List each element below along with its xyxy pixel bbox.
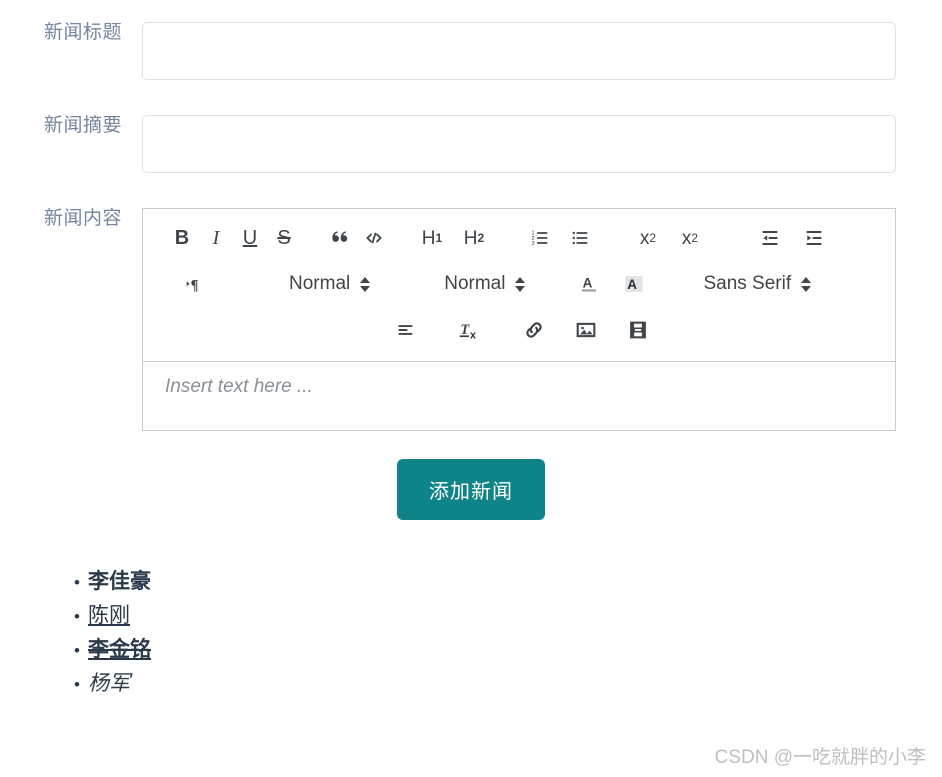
field-control-news-summary: [142, 115, 942, 173]
field-control-news-content: B I U S: [142, 208, 942, 431]
toolbar-row-2: ¶ Normal Normal: [143, 261, 895, 307]
toolbar-group-indent: [753, 223, 831, 253]
header-1-icon[interactable]: H1: [415, 223, 449, 253]
header-2-icon[interactable]: H2: [457, 223, 491, 253]
chevron-updown-icon: [801, 277, 811, 292]
italic-icon[interactable]: I: [199, 223, 233, 253]
superscript-icon[interactable]: x2: [673, 223, 707, 253]
editor-content-area[interactable]: Insert text here ...: [143, 362, 895, 430]
chevron-updown-icon: [360, 277, 370, 292]
header-2-sub: 2: [478, 232, 485, 244]
field-control-news-title: [142, 22, 942, 80]
form-row-news-title: 新闻标题: [0, 22, 942, 80]
superscript-letter: x: [682, 229, 692, 248]
subscript-icon[interactable]: x2: [631, 223, 665, 253]
text-color-icon[interactable]: A: [573, 269, 607, 299]
svg-text:A: A: [628, 277, 638, 292]
svg-text:x: x: [470, 329, 476, 341]
name-text: 杨军: [88, 667, 130, 697]
name-text: 李佳豪: [88, 565, 151, 595]
toolbar-row-3: T x: [143, 307, 895, 353]
bullet-icon: •: [66, 607, 88, 627]
header-2-letter: H: [464, 229, 478, 248]
link-icon[interactable]: [517, 315, 551, 345]
background-color-icon[interactable]: A: [617, 269, 651, 299]
submit-row: 添加新闻: [0, 459, 942, 520]
text-direction-icon[interactable]: ¶: [177, 269, 211, 299]
list-item: • 李金铭: [66, 633, 942, 667]
toolbar-group-block: [323, 223, 391, 253]
label-news-summary: 新闻摘要: [0, 115, 122, 138]
list-item: • 陈刚: [66, 599, 942, 633]
editor-toolbar: B I U S: [143, 209, 895, 362]
toolbar-group-inline: B I U S: [165, 223, 301, 253]
toolbar-row-1: B I U S: [143, 215, 895, 261]
blockquote-icon[interactable]: [323, 223, 357, 253]
clear-format-icon[interactable]: T x: [453, 315, 487, 345]
editor-placeholder: Insert text here ...: [165, 376, 313, 397]
svg-text:3: 3: [532, 241, 535, 247]
align-icon[interactable]: [389, 315, 423, 345]
name-list: • 李佳豪 • 陈刚 • 李金铭 • 杨军: [66, 565, 942, 701]
image-icon[interactable]: [569, 315, 603, 345]
header-1-letter: H: [422, 229, 436, 248]
header-1-sub: 1: [436, 232, 443, 244]
indent-icon[interactable]: [797, 223, 831, 253]
name-text: 陈刚: [88, 599, 130, 629]
form-row-news-content: 新闻内容 B I U S: [0, 208, 942, 431]
csdn-watermark: CSDN @一吃就胖的小李: [715, 742, 926, 769]
superscript-sup: 2: [691, 232, 698, 244]
font-picker[interactable]: Sans Serif: [703, 273, 811, 295]
news-title-input[interactable]: [142, 22, 896, 80]
list-item: • 李佳豪: [66, 565, 942, 599]
form-row-news-summary: 新闻摘要: [0, 115, 942, 173]
code-block-icon[interactable]: [357, 223, 391, 253]
strikethrough-icon[interactable]: S: [267, 223, 301, 253]
news-summary-input[interactable]: [142, 115, 896, 173]
list-item: • 杨军: [66, 667, 942, 701]
toolbar-group-lists: 1 2 3: [523, 223, 597, 253]
name-text: 李金铭: [88, 633, 151, 663]
label-news-content: 新闻内容: [0, 208, 122, 231]
add-news-button[interactable]: 添加新闻: [397, 459, 545, 520]
bullet-icon: •: [66, 641, 88, 661]
label-news-title: 新闻标题: [0, 22, 122, 45]
bullet-icon: •: [66, 675, 88, 695]
toolbar-group-headers: H1 H2: [415, 223, 491, 253]
svg-text:¶: ¶: [191, 278, 199, 294]
size-picker-label: Normal: [289, 273, 350, 295]
subscript-letter: x: [640, 229, 650, 248]
size-picker[interactable]: Normal: [289, 273, 370, 295]
bullet-icon: •: [66, 573, 88, 593]
underline-icon[interactable]: U: [233, 223, 267, 253]
svg-text:A: A: [583, 276, 593, 291]
bullet-list-icon[interactable]: [563, 223, 597, 253]
ordered-list-icon[interactable]: 1 2 3: [523, 223, 557, 253]
header-picker-label: Normal: [444, 273, 505, 295]
font-picker-label: Sans Serif: [703, 273, 791, 295]
chevron-updown-icon: [515, 277, 525, 292]
header-picker[interactable]: Normal: [444, 273, 525, 295]
bold-icon[interactable]: B: [165, 223, 199, 253]
rich-text-editor: B I U S: [142, 208, 896, 431]
subscript-sub: 2: [649, 232, 656, 244]
video-icon[interactable]: [621, 315, 655, 345]
outdent-icon[interactable]: [753, 223, 787, 253]
news-form: 新闻标题 新闻摘要 新闻内容 B I U S: [0, 0, 942, 701]
toolbar-group-script: x2 x2: [631, 223, 707, 253]
